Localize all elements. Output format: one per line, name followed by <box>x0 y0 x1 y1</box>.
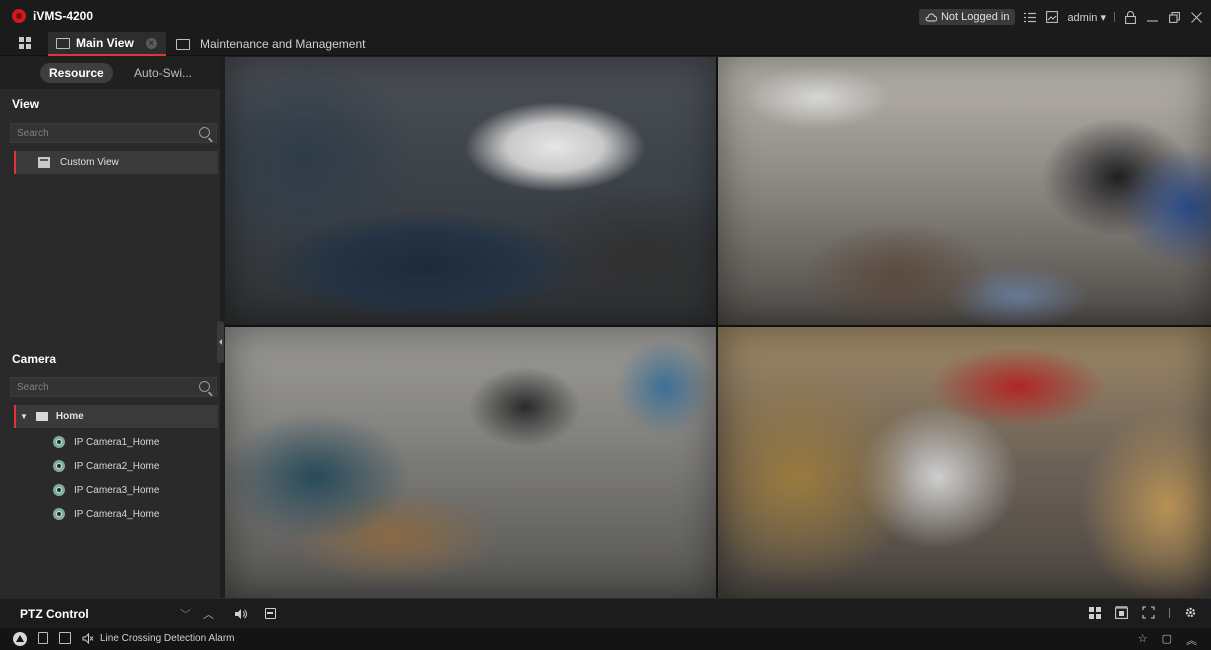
modules-grid-icon[interactable] <box>19 37 31 49</box>
minimize-icon[interactable] <box>1145 10 1159 24</box>
cloud-icon <box>925 13 937 22</box>
chevron-up-icon[interactable]: ︽ <box>1186 632 1197 648</box>
camera-item-4[interactable]: IP Camera4_Home <box>53 506 159 522</box>
camera-icon <box>53 460 65 472</box>
alarm-text: Line Crossing Detection Alarm <box>100 632 235 644</box>
camera-search-field[interactable] <box>10 377 217 397</box>
mute-icon <box>82 632 94 644</box>
module-tab-bar: Main View × Maintenance and Management <box>0 32 1211 56</box>
live-view-area <box>225 57 1211 598</box>
status-bar-tools: Line Crossing Detection Alarm <box>38 632 235 644</box>
camera-item-3[interactable]: IP Camera3_Home <box>53 482 159 498</box>
camera-group-home[interactable]: ▼ Home <box>14 405 218 428</box>
video-tile-4[interactable] <box>718 327 1211 598</box>
sidebar-collapse-handle[interactable] <box>217 321 224 363</box>
camera-item-label: IP Camera2_Home <box>74 460 160 472</box>
search-icon[interactable] <box>199 381 210 392</box>
user-menu[interactable]: admin ▾ <box>1067 11 1106 24</box>
camera-search-input[interactable] <box>17 381 187 393</box>
expand-caret-icon[interactable]: ▼ <box>20 412 28 421</box>
event-icon[interactable] <box>59 632 71 644</box>
stop-all-icon[interactable] <box>1115 606 1128 619</box>
gear-icon[interactable] <box>1184 606 1197 619</box>
tab-maintenance[interactable]: Maintenance and Management <box>176 32 365 56</box>
alarm-sound-toggle[interactable]: Line Crossing Detection Alarm <box>82 632 235 644</box>
status-bar-right: ☆ ▢ ︽ <box>1138 632 1197 648</box>
view-item-label: Custom View <box>60 157 119 168</box>
view-item-custom-view[interactable]: Custom View <box>14 151 218 174</box>
fullscreen-icon[interactable] <box>1142 606 1155 619</box>
app-logo-icon <box>12 9 26 23</box>
monitor-icon <box>56 37 70 49</box>
sidebar-subtabs: Resource Auto-Swi... <box>0 57 220 89</box>
trash-icon[interactable] <box>38 632 48 644</box>
view-search-input[interactable] <box>17 127 187 139</box>
maintenance-icon <box>176 38 190 50</box>
folder-icon <box>35 412 48 421</box>
alarm-icon[interactable] <box>13 632 27 646</box>
camera-icon <box>53 484 65 496</box>
title-bar-controls: Not Logged in admin ▾ <box>918 9 1203 25</box>
video-tile-1[interactable] <box>225 57 716 325</box>
app-title: iVMS-4200 <box>33 9 94 23</box>
restore-icon[interactable] <box>1167 10 1181 24</box>
subtab-auto-switch[interactable]: Auto-Swi... <box>134 63 192 83</box>
camera-group-label: Home <box>55 411 84 422</box>
chevron-up-icon[interactable]: ︿ <box>203 606 214 622</box>
camera-section-title: Camera <box>12 352 57 366</box>
camera-item-label: IP Camera1_Home <box>74 436 160 448</box>
title-bar: iVMS-4200 Not Logged in admin ▾ <box>0 0 1211 32</box>
user-name: admin <box>1067 11 1098 24</box>
chevron-down-icon[interactable]: ﹀ <box>180 606 191 622</box>
divider <box>1169 607 1170 618</box>
ptz-toggle: ﹀ ︿ <box>180 606 214 622</box>
camera-item-label: IP Camera4_Home <box>74 508 160 520</box>
view-icon <box>38 157 50 168</box>
list-icon[interactable] <box>1023 10 1037 24</box>
view-section-title: View <box>12 97 40 111</box>
subtab-resource[interactable]: Resource <box>40 63 113 83</box>
video-tile-3[interactable] <box>225 327 716 598</box>
window-icon[interactable]: ▢ <box>1162 632 1172 648</box>
view-search-field[interactable] <box>10 123 217 143</box>
live-view-toolbar: PTZ Control ﹀ ︿ <box>0 598 1211 628</box>
window-layout-icon[interactable] <box>1089 606 1101 619</box>
tab-close-icon[interactable]: × <box>145 37 157 49</box>
tab-maintenance-label: Maintenance and Management <box>200 37 366 51</box>
tab-main-view-label: Main View <box>76 36 134 50</box>
camera-icon <box>53 436 65 448</box>
camera-item-2[interactable]: IP Camera2_Home <box>53 458 159 474</box>
pin-icon[interactable]: ☆ <box>1138 632 1148 648</box>
toolbar-right <box>1089 606 1197 619</box>
chevron-down-icon: ▾ <box>1100 11 1106 24</box>
lock-icon[interactable] <box>1123 10 1137 24</box>
tab-main-view[interactable]: Main View × <box>48 32 166 56</box>
record-icon[interactable] <box>265 608 276 619</box>
close-icon[interactable] <box>1189 10 1203 24</box>
camera-icon <box>53 508 65 520</box>
camera-item-1[interactable]: IP Camera1_Home <box>53 434 159 450</box>
image-icon[interactable] <box>1045 10 1059 24</box>
search-icon[interactable] <box>199 127 210 138</box>
ptz-control-label[interactable]: PTZ Control <box>20 607 89 621</box>
resource-sidebar: Resource Auto-Swi... View Custom View Ca… <box>0 57 220 598</box>
volume-icon[interactable] <box>234 607 248 621</box>
divider <box>1114 12 1115 22</box>
login-status-button[interactable]: Not Logged in <box>918 9 1016 25</box>
video-tile-2[interactable] <box>718 57 1211 325</box>
camera-item-label: IP Camera3_Home <box>74 484 160 496</box>
login-status-label: Not Logged in <box>940 11 1010 23</box>
app-brand: iVMS-4200 <box>12 6 93 26</box>
status-bar: Line Crossing Detection Alarm ☆ ▢ ︽ <box>0 628 1211 650</box>
